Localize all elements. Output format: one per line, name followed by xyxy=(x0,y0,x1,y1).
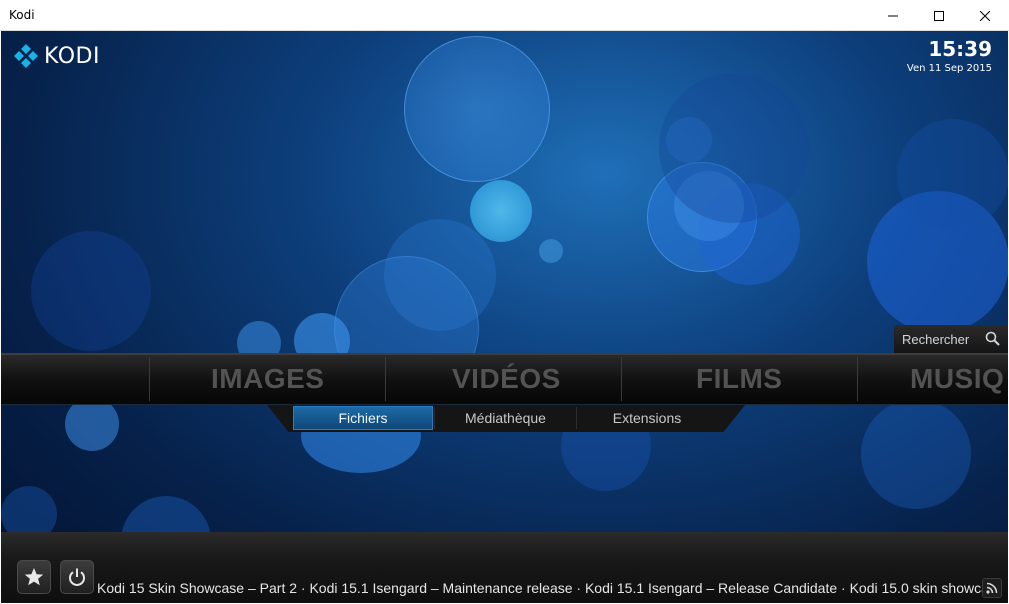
kodi-logo-icon xyxy=(14,44,38,68)
maximize-button[interactable] xyxy=(916,0,962,31)
menu-item-music[interactable]: MUSIQ xyxy=(910,363,1004,395)
maximize-icon xyxy=(934,10,944,21)
search-icon xyxy=(985,331,1000,346)
menu-separator xyxy=(621,357,622,401)
news-ticker[interactable]: Kodi 15 Skin Showcase – Part 2 · Kodi 15… xyxy=(97,580,983,596)
clock: 15:39 Ven 11 Sep 2015 xyxy=(907,37,992,74)
main-menu: IMAGES VIDÉOS FILMS MUSIQ xyxy=(1,353,1008,405)
bokeh-bubble xyxy=(539,239,563,263)
clock-date: Ven 11 Sep 2015 xyxy=(906,63,992,74)
bokeh-bubble xyxy=(65,397,119,451)
submenu-item-files[interactable]: Fichiers xyxy=(293,406,433,430)
kodi-logo[interactable]: KODI xyxy=(13,43,100,69)
bokeh-bubble xyxy=(897,119,1008,231)
bokeh-bubble xyxy=(470,180,532,242)
clock-time: 15:39 xyxy=(928,37,992,61)
window-title: Kodi xyxy=(9,8,35,22)
power-icon xyxy=(69,568,85,586)
menu-separator xyxy=(149,357,150,401)
submenu-item-library[interactable]: Médiathèque xyxy=(435,406,576,430)
power-button[interactable] xyxy=(60,560,94,594)
close-button[interactable] xyxy=(962,0,1008,31)
menu-separator xyxy=(385,357,386,401)
footer-bar: Kodi 15 Skin Showcase – Part 2 · Kodi 15… xyxy=(1,532,1008,603)
kodi-home-screen: KODI 15:39 Ven 11 Sep 2015 Rechercher IM… xyxy=(1,31,1008,603)
bokeh-bubble xyxy=(31,231,151,351)
window-titlebar: Kodi xyxy=(0,0,1009,31)
submenu: Fichiers Médiathèque Extensions xyxy=(267,405,745,432)
search-button[interactable]: Rechercher xyxy=(894,325,1008,353)
menu-item-films[interactable]: FILMS xyxy=(696,363,783,395)
search-label: Rechercher xyxy=(902,331,970,347)
menu-separator xyxy=(857,357,858,401)
minimize-button[interactable] xyxy=(870,0,916,31)
menu-item-images[interactable]: IMAGES xyxy=(211,363,324,395)
logo-text: KODI xyxy=(44,43,100,69)
close-icon xyxy=(980,10,990,21)
bokeh-bubble xyxy=(404,36,550,182)
submenu-item-addons[interactable]: Extensions xyxy=(577,406,717,430)
bokeh-bubble xyxy=(666,117,712,163)
favourites-star-icon xyxy=(24,568,44,586)
rss-icon xyxy=(986,582,998,594)
favourites-button[interactable] xyxy=(17,560,51,594)
bokeh-bubble xyxy=(861,399,971,509)
minimize-icon xyxy=(888,15,898,16)
rss-button[interactable] xyxy=(982,578,1002,598)
menu-item-videos[interactable]: VIDÉOS xyxy=(452,363,561,395)
